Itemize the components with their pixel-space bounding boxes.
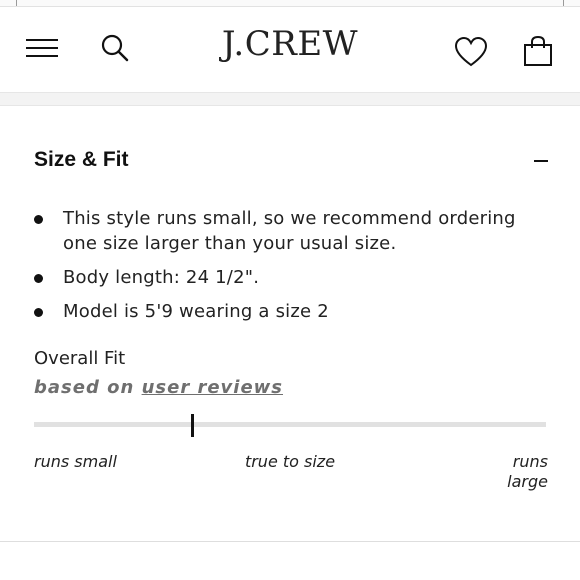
list-item: Model is 5'9 wearing a size 2 — [34, 299, 544, 324]
size-fit-title: Size & Fit — [34, 148, 129, 171]
true-to-size-label: true to size — [244, 452, 336, 471]
list-item-text: This style runs small, so we recommend o… — [63, 208, 516, 254]
list-item: Body length: 24 1/2". — [34, 265, 544, 290]
bullet-icon — [34, 274, 43, 283]
browser-edge — [0, 0, 580, 7]
bullet-icon — [34, 215, 43, 224]
edge-tick — [16, 0, 17, 6]
overall-fit-title: Overall Fit — [34, 348, 126, 369]
top-nav-bar: J.CREW — [0, 0, 580, 92]
based-on-text: based on — [34, 377, 135, 398]
user-reviews-link[interactable]: user reviews — [142, 377, 283, 398]
size-fit-details-list: This style runs small, so we recommend o… — [34, 206, 544, 333]
bag-icon[interactable] — [522, 35, 554, 67]
list-item-text: Model is 5'9 wearing a size 2 — [63, 301, 329, 322]
list-item-text: Body length: 24 1/2". — [63, 267, 260, 288]
section-divider — [0, 541, 580, 542]
fit-scale-marker — [191, 414, 195, 437]
runs-large-label: runs large — [507, 452, 548, 491]
section-divider — [0, 92, 580, 106]
runs-small-label: runs small — [34, 452, 117, 471]
overall-fit-subtitle: based on user reviews — [34, 377, 283, 398]
size-fit-accordion-header[interactable]: Size & Fit — [34, 148, 554, 178]
heart-icon[interactable] — [454, 36, 488, 68]
list-item: This style runs small, so we recommend o… — [34, 206, 544, 256]
bullet-icon — [34, 308, 43, 317]
minus-icon[interactable] — [534, 160, 548, 162]
fit-scale-track — [34, 422, 546, 427]
brand-logo[interactable]: J.CREW — [0, 24, 580, 64]
edge-tick — [563, 0, 564, 6]
